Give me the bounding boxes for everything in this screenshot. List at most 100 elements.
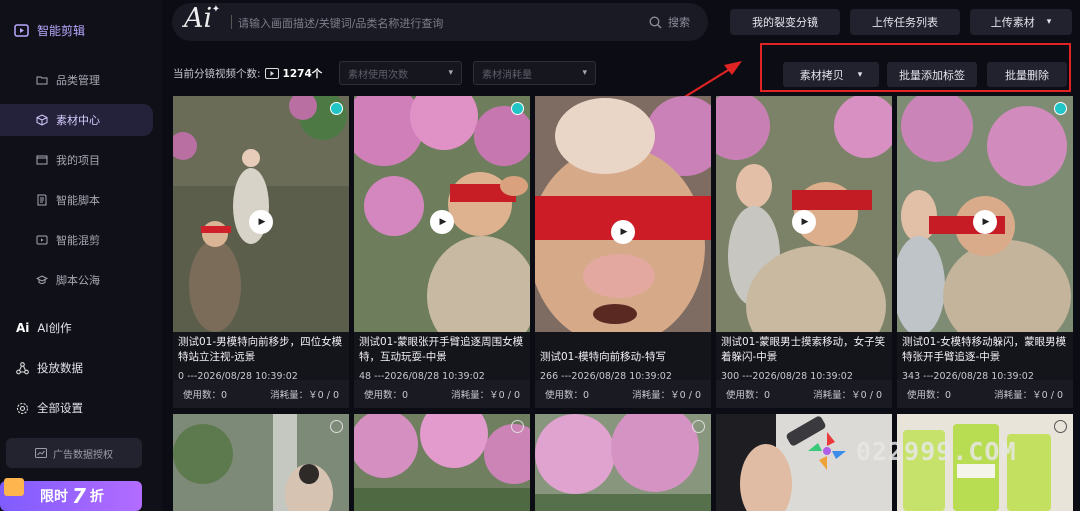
graduation-icon <box>36 275 48 284</box>
card-title: 测试01-蒙眼张开手臂追逐周围女模特，互动玩耍-中景 <box>359 336 524 363</box>
promo-suffix: 折 <box>89 489 104 505</box>
highlight-box <box>760 43 1071 92</box>
sidebar-item-label: 全部设置 <box>37 401 83 415</box>
chevron-down-icon: ▾ <box>1046 17 1052 27</box>
script-icon <box>37 194 47 206</box>
sidebar-item-label: 智能混剪 <box>56 234 100 247</box>
video-card[interactable] <box>173 414 349 511</box>
usage-count-select[interactable]: 素材使用次数 ▾ <box>339 61 462 85</box>
consumption-placeholder: 素材消耗量 <box>482 69 532 81</box>
sidebar-item-label: 投放数据 <box>37 361 83 375</box>
video-thumbnail <box>354 414 530 511</box>
consumption-select[interactable]: 素材消耗量 ▾ <box>473 61 596 85</box>
promo-number: 7 <box>72 484 86 508</box>
project-icon <box>36 155 48 165</box>
video-icon <box>264 68 279 79</box>
select-checkbox[interactable] <box>330 420 343 433</box>
sidebar-item-label: AI创作 <box>37 321 72 335</box>
sidebar-item-ad-data[interactable]: 投放数据 <box>0 353 160 383</box>
search-button-label: 搜索 <box>668 16 690 29</box>
select-checkbox[interactable] <box>1054 102 1067 115</box>
select-checkbox[interactable] <box>692 420 705 433</box>
sidebar-item-label: 品类管理 <box>56 74 100 87</box>
card-used: 使用数：0 <box>183 390 228 401</box>
card-cost: 消耗量：￥0 / 0 <box>813 390 882 401</box>
video-card[interactable]: ▶ 测试01-女模特移动躲闪，蒙眼男模特张开手臂追逐-中景 343 ---202… <box>897 96 1073 408</box>
video-card[interactable]: ▶ 测试01-模特向前移动-特写 266 ---2026/08/28 10:39… <box>535 96 711 408</box>
sidebar-item-material-center[interactable]: 素材中心 <box>0 104 153 136</box>
card-info: 测试01-蒙眼男士摸索移动，女子笑着躲闪-中景 300 ---2026/08/2… <box>716 332 892 382</box>
card-stats: 使用数：0 消耗量：￥0 / 0 <box>716 380 892 408</box>
watermark-logo-icon <box>808 432 846 470</box>
upload-task-list-button[interactable]: 上传任务列表 <box>850 9 960 35</box>
ad-data-auth-button[interactable]: 广告数据授权 <box>6 438 142 468</box>
sidebar-item-script-pool[interactable]: 脚本公海 <box>0 264 153 296</box>
chevron-down-icon: ▾ <box>448 68 453 78</box>
sidebar: 智能剪辑 品类管理 素材中心 我的项目 智能脚本 智能混剪 脚本公海 Ai AI… <box>0 0 162 511</box>
select-checkbox[interactable] <box>330 102 343 115</box>
video-card[interactable]: ▶ 测试01-蒙眼张开手臂追逐周围女模特，互动玩耍-中景 48 ---2026/… <box>354 96 530 408</box>
play-icon[interactable]: ▶ <box>249 210 273 234</box>
video-thumbnail <box>173 414 349 511</box>
upload-material-label: 上传素材 <box>990 16 1035 29</box>
select-checkbox[interactable] <box>511 102 524 115</box>
card-stats: 使用数：0 消耗量：￥0 / 0 <box>173 380 349 408</box>
sidebar-item-label: 我的项目 <box>56 154 100 167</box>
search-bar: Ai ✦ 请输入画面描述/关键词/品类名称进行查询 搜索 <box>172 3 708 41</box>
sidebar-item-smart-mix[interactable]: 智能混剪 <box>0 224 153 256</box>
select-checkbox[interactable] <box>511 420 524 433</box>
card-stats: 使用数：0 消耗量：￥0 / 0 <box>897 380 1073 408</box>
card-used: 使用数：0 <box>364 390 409 401</box>
card-title: 测试01-女模特移动躲闪，蒙眼男模特张开手臂追逐-中景 <box>902 336 1067 363</box>
card-info: 测试01-女模特移动躲闪，蒙眼男模特张开手臂追逐-中景 343 ---2026/… <box>897 332 1073 382</box>
card-cost: 消耗量：￥0 / 0 <box>994 390 1063 401</box>
ai-logo-text: Ai <box>184 3 213 34</box>
video-card[interactable]: ▶ 测试01-蒙眼男士摸索移动，女子笑着躲闪-中景 300 ---2026/08… <box>716 96 892 408</box>
search-icon <box>649 16 662 28</box>
watermark: 022999.COM <box>806 430 1017 472</box>
sidebar-item-label: 智能脚本 <box>56 194 100 207</box>
cube-icon <box>36 114 48 126</box>
card-title: 测试01-蒙眼男士摸索移动，女子笑着躲闪-中景 <box>721 336 886 363</box>
card-title: 测试01-男模特向前移步，四位女模特站立注视-远景 <box>178 336 343 363</box>
sidebar-item-my-projects[interactable]: 我的项目 <box>0 144 153 176</box>
card-used: 使用数：0 <box>907 390 952 401</box>
card-stats: 使用数：0 消耗量：￥0 / 0 <box>535 380 711 408</box>
video-card[interactable] <box>535 414 711 511</box>
ai-icon: Ai <box>16 321 30 335</box>
gift-icon <box>4 478 24 496</box>
video-count-value: 1274个 <box>282 68 323 80</box>
sidebar-item-ai-create[interactable]: Ai AI创作 <box>0 313 160 343</box>
card-stats: 使用数：0 消耗量：￥0 / 0 <box>354 380 530 408</box>
gear-icon <box>16 402 29 414</box>
video-card[interactable]: ▶ 测试01-男模特向前移步，四位女模特站立注视-远景 0 ---2026/08… <box>173 96 349 408</box>
sidebar-item-category[interactable]: 品类管理 <box>0 64 153 96</box>
video-count: 当前分镜视频个数: 1274个 <box>173 66 322 81</box>
mix-icon <box>36 235 48 245</box>
play-icon[interactable]: ▶ <box>611 220 635 244</box>
video-count-label: 当前分镜视频个数: <box>173 68 261 80</box>
card-used: 使用数：0 <box>545 390 590 401</box>
select-checkbox[interactable] <box>1054 420 1067 433</box>
play-icon[interactable]: ▶ <box>792 210 816 234</box>
play-icon[interactable]: ▶ <box>430 210 454 234</box>
ad-data-auth-label: 广告数据授权 <box>53 449 113 461</box>
sparkle-icon: ✦ <box>211 4 221 15</box>
promo-banner[interactable]: 限时 7 折 <box>0 478 142 511</box>
my-split-shots-button[interactable]: 我的裂变分镜 <box>730 9 840 35</box>
sidebar-item-smart-script[interactable]: 智能脚本 <box>0 184 153 216</box>
search-button[interactable]: 搜索 <box>649 14 690 30</box>
ai-logo: Ai ✦ <box>184 3 220 34</box>
sidebar-header[interactable]: 智能剪辑 <box>14 22 85 39</box>
sidebar-item-all-settings[interactable]: 全部设置 <box>0 393 160 423</box>
search-input[interactable]: 请输入画面描述/关键词/品类名称进行查询 <box>238 15 443 31</box>
video-edit-icon <box>14 24 29 37</box>
promo-prefix: 限时 <box>40 489 68 505</box>
upload-material-dropdown[interactable]: 上传素材 ▾ <box>970 9 1072 35</box>
video-card[interactable] <box>354 414 530 511</box>
sidebar-item-label: 脚本公海 <box>56 274 100 287</box>
card-info: 测试01-模特向前移动-特写 266 ---2026/08/28 10:39:0… <box>535 332 711 382</box>
card-used: 使用数：0 <box>726 390 771 401</box>
play-icon[interactable]: ▶ <box>973 210 997 234</box>
card-cost: 消耗量：￥0 / 0 <box>632 390 701 401</box>
